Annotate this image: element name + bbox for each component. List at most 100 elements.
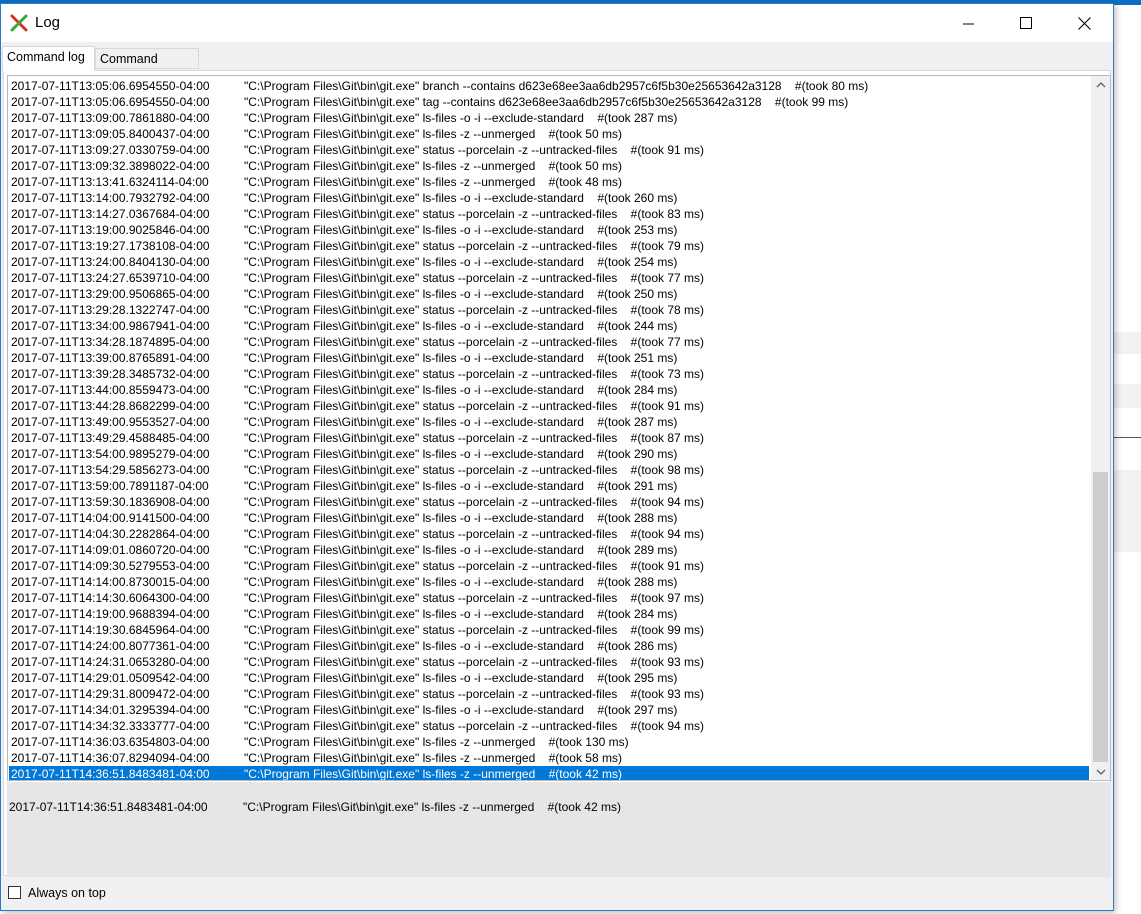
scroll-up-button[interactable] — [1091, 76, 1110, 93]
scrollbar-thumb[interactable] — [1093, 472, 1108, 762]
log-timestamp: 2017-07-11T14:19:00.9688394-04:00 — [11, 607, 210, 621]
log-timestamp: 2017-07-11T14:29:01.0509542-04:00 — [11, 671, 210, 685]
log-duration: #(took 91 ms) — [630, 143, 705, 157]
log-row[interactable]: 2017-07-11T13:29:28.1322747-04:00 "C:\Pro… — [9, 302, 1089, 318]
log-duration: #(took 94 ms) — [630, 527, 705, 541]
always-on-top-checkbox[interactable] — [8, 886, 21, 899]
log-row[interactable]: 2017-07-11T14:19:00.9688394-04:00 "C:\Pro… — [9, 606, 1089, 622]
log-command: "C:\Program Files\Git\bin\git.exe" ls-fi… — [244, 479, 584, 493]
log-row[interactable]: 2017-07-11T13:05:06.6954550-04:00 "C:\Pro… — [9, 78, 1089, 94]
log-timestamp: 2017-07-11T13:29:28.1322747-04:00 — [11, 303, 210, 317]
tab-command-cache[interactable]: Command cache — [95, 48, 199, 86]
log-duration: #(took 295 ms) — [597, 671, 678, 685]
log-command: "C:\Program Files\Git\bin\git.exe" ls-fi… — [244, 159, 536, 173]
log-duration: #(took 286 ms) — [597, 639, 678, 653]
log-row[interactable]: 2017-07-11T13:09:27.0330759-04:00 "C:\Pro… — [9, 142, 1089, 158]
log-duration: #(took 288 ms) — [597, 575, 678, 589]
log-row[interactable]: 2017-07-11T13:34:00.9867941-04:00 "C:\Pro… — [9, 318, 1089, 334]
log-command: "C:\Program Files\Git\bin\git.exe" ls-fi… — [244, 511, 584, 525]
log-timestamp: 2017-07-11T13:39:00.8765891-04:00 — [11, 351, 210, 365]
log-duration: #(took 58 ms) — [548, 751, 622, 765]
log-row[interactable]: 2017-07-11T13:05:06.6954550-04:00 "C:\Pro… — [9, 94, 1089, 110]
log-duration: #(took 290 ms) — [597, 447, 678, 461]
log-row[interactable]: 2017-07-11T13:19:00.9025846-04:00 "C:\Pro… — [9, 222, 1089, 238]
log-row[interactable]: 2017-07-11T13:59:30.1836908-04:00 "C:\Pro… — [9, 494, 1089, 510]
log-row[interactable]: 2017-07-11T14:36:51.8483481-04:00 "C:\Pro… — [9, 766, 1089, 781]
log-row[interactable]: 2017-07-11T13:24:27.6539710-04:00 "C:\Pro… — [9, 270, 1089, 286]
log-duration: #(took 77 ms) — [630, 271, 705, 285]
log-duration: #(took 93 ms) — [630, 655, 705, 669]
log-row[interactable]: 2017-07-11T14:24:00.8077361-04:00 "C:\Pro… — [9, 638, 1089, 654]
log-row[interactable]: 2017-07-11T14:14:30.6064300-04:00 "C:\Pro… — [9, 590, 1089, 606]
log-command: "C:\Program Files\Git\bin\git.exe" statu… — [244, 335, 618, 349]
log-row[interactable]: 2017-07-11T13:59:00.7891187-04:00 "C:\Pro… — [9, 478, 1089, 494]
log-command: "C:\Program Files\Git\bin\git.exe" branc… — [244, 79, 782, 93]
log-row[interactable]: 2017-07-11T14:36:07.8294094-04:00 "C:\Pro… — [9, 750, 1089, 766]
footer-bar: Always on top — [1, 878, 1113, 910]
log-row[interactable]: 2017-07-11T13:34:28.1874895-04:00 "C:\Pro… — [9, 334, 1089, 350]
log-row[interactable]: 2017-07-11T13:54:00.9895279-04:00 "C:\Pro… — [9, 446, 1089, 462]
log-row[interactable]: 2017-07-11T14:09:01.0860720-04:00 "C:\Pro… — [9, 542, 1089, 558]
maximize-icon — [1020, 17, 1032, 29]
log-command: "C:\Program Files\Git\bin\git.exe" ls-fi… — [244, 575, 584, 589]
log-row[interactable]: 2017-07-11T13:49:00.9553527-04:00 "C:\Pro… — [9, 414, 1089, 430]
log-timestamp: 2017-07-11T14:24:00.8077361-04:00 — [11, 639, 210, 653]
log-row[interactable]: 2017-07-11T13:14:00.7932792-04:00 "C:\Pro… — [9, 190, 1089, 206]
log-timestamp: 2017-07-11T13:34:28.1874895-04:00 — [11, 335, 210, 349]
log-row[interactable]: 2017-07-11T14:34:32.3333777-04:00 "C:\Pro… — [9, 718, 1089, 734]
log-row[interactable]: 2017-07-11T13:49:29.4588485-04:00 "C:\Pro… — [9, 430, 1089, 446]
log-duration: #(took 78 ms) — [630, 303, 705, 317]
log-command: "C:\Program Files\Git\bin\git.exe" statu… — [244, 271, 618, 285]
log-timestamp: 2017-07-11T13:59:00.7891187-04:00 — [11, 479, 209, 493]
log-row[interactable]: 2017-07-11T13:09:05.8400437-04:00 "C:\Pro… — [9, 126, 1089, 142]
minimize-button[interactable] — [939, 4, 997, 42]
log-row[interactable]: 2017-07-11T13:44:28.8682299-04:00 "C:\Pro… — [9, 398, 1089, 414]
log-row[interactable]: 2017-07-11T13:24:00.8404130-04:00 "C:\Pro… — [9, 254, 1089, 270]
log-row[interactable]: 2017-07-11T13:19:27.1738108-04:00 "C:\Pro… — [9, 238, 1089, 254]
log-duration: #(took 80 ms) — [794, 79, 869, 93]
scroll-down-button[interactable] — [1091, 763, 1110, 780]
log-command: "C:\Program Files\Git\bin\git.exe" statu… — [244, 655, 618, 669]
always-on-top-label[interactable]: Always on top — [28, 886, 106, 900]
log-duration: #(took 244 ms) — [597, 319, 678, 333]
log-row[interactable]: 2017-07-11T14:04:30.2282864-04:00 "C:\Pro… — [9, 526, 1089, 542]
log-row[interactable]: 2017-07-11T14:04:00.9141500-04:00 "C:\Pro… — [9, 510, 1089, 526]
title-bar[interactable]: Log — [1, 4, 1113, 42]
log-duration: #(took 77 ms) — [630, 335, 705, 349]
log-timestamp: 2017-07-11T13:09:27.0330759-04:00 — [11, 143, 210, 157]
log-row[interactable]: 2017-07-11T14:09:30.5279553-04:00 "C:\Pro… — [9, 558, 1089, 574]
log-row[interactable]: 2017-07-11T13:44:00.8559473-04:00 "C:\Pro… — [9, 382, 1089, 398]
log-command: "C:\Program Files\Git\bin\git.exe" ls-fi… — [244, 175, 536, 189]
log-row[interactable]: 2017-07-11T14:24:31.0653280-04:00 "C:\Pro… — [9, 654, 1089, 670]
log-row[interactable]: 2017-07-11T14:36:03.6354803-04:00 "C:\Pro… — [9, 734, 1089, 750]
log-command: "C:\Program Files\Git\bin\git.exe" ls-fi… — [244, 671, 584, 685]
maximize-button[interactable] — [997, 4, 1055, 42]
vertical-scrollbar[interactable] — [1091, 76, 1110, 780]
log-row[interactable]: 2017-07-11T14:14:00.8730015-04:00 "C:\Pro… — [9, 574, 1089, 590]
log-row[interactable]: 2017-07-11T13:54:29.5856273-04:00 "C:\Pro… — [9, 462, 1089, 478]
log-timestamp: 2017-07-11T13:14:00.7932792-04:00 — [11, 191, 210, 205]
log-row[interactable]: 2017-07-11T13:09:32.3898022-04:00 "C:\Pro… — [9, 158, 1089, 174]
close-button[interactable] — [1055, 4, 1113, 42]
log-row[interactable]: 2017-07-11T13:39:00.8765891-04:00 "C:\Pro… — [9, 350, 1089, 366]
log-row[interactable]: 2017-07-11T13:29:00.9506865-04:00 "C:\Pro… — [9, 286, 1089, 302]
log-row[interactable]: 2017-07-11T13:39:28.3485732-04:00 "C:\Pro… — [9, 366, 1089, 382]
tab-command-log[interactable]: Command log — [2, 46, 95, 71]
selected-entry-detail[interactable]: 2017-07-11T14:36:51.8483481-04:00 "C:\Pro… — [7, 782, 1111, 877]
log-row[interactable]: 2017-07-11T13:13:41.6324114-04:00 "C:\Pro… — [9, 174, 1089, 190]
log-row[interactable]: 2017-07-11T14:29:31.8009472-04:00 "C:\Pro… — [9, 686, 1089, 702]
log-command: "C:\Program Files\Git\bin\git.exe" ls-fi… — [244, 767, 536, 781]
log-row[interactable]: 2017-07-11T13:09:00.7861880-04:00 "C:\Pro… — [9, 110, 1089, 126]
log-command: "C:\Program Files\Git\bin\git.exe" ls-fi… — [244, 351, 584, 365]
log-timestamp: 2017-07-11T13:34:00.9867941-04:00 — [11, 319, 210, 333]
log-row[interactable]: 2017-07-11T14:19:30.6845964-04:00 "C:\Pro… — [9, 622, 1089, 638]
log-timestamp: 2017-07-11T13:29:00.9506865-04:00 — [11, 287, 210, 301]
log-row[interactable]: 2017-07-11T14:34:01.3295394-04:00 "C:\Pro… — [9, 702, 1089, 718]
log-row[interactable]: 2017-07-11T14:29:01.0509542-04:00 "C:\Pro… — [9, 670, 1089, 686]
log-command: "C:\Program Files\Git\bin\git.exe" ls-fi… — [244, 223, 584, 237]
background-app-panel — [1113, 384, 1141, 408]
chevron-down-icon — [1096, 769, 1105, 775]
log-row[interactable]: 2017-07-11T13:14:27.0367684-04:00 "C:\Pro… — [9, 206, 1089, 222]
command-log-list[interactable]: 2017-07-11T13:05:06.6954550-04:00 "C:\Pro… — [7, 75, 1111, 781]
log-duration: #(took 50 ms) — [548, 159, 622, 173]
